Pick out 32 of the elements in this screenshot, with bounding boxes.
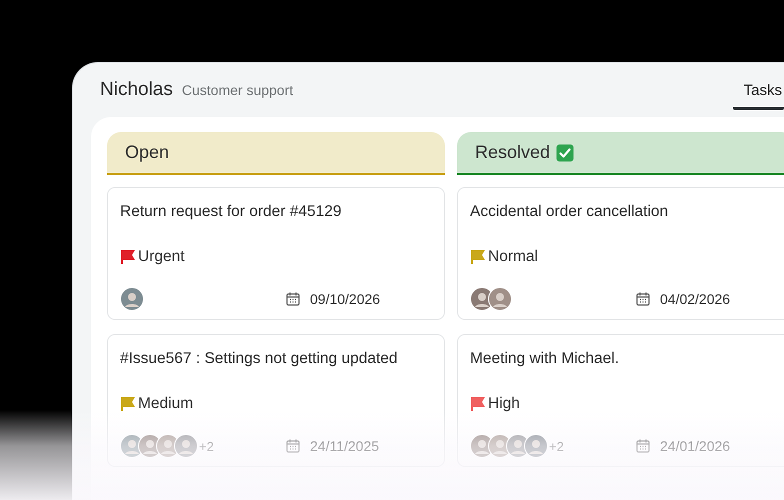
- user-role: Customer support: [182, 82, 294, 98]
- avatar-icon: [174, 434, 198, 458]
- due-date: 09/10/2026: [310, 291, 380, 307]
- task-title: Return request for order #45129: [120, 203, 342, 221]
- priority-label: Normal: [488, 248, 538, 266]
- extra-count: +2: [549, 438, 564, 454]
- priority-label: Medium: [138, 395, 194, 413]
- user-name: Nicholas: [100, 79, 173, 101]
- priority-label: Urgent: [138, 248, 185, 266]
- calendar-icon: [636, 439, 650, 453]
- task-title: Accidental order cancellation: [470, 203, 670, 221]
- due-date: 24/01/2026: [660, 438, 730, 454]
- due-date: 24/11/2025: [310, 438, 380, 454]
- priority-label: High: [488, 395, 520, 413]
- calendar-icon: [636, 292, 650, 306]
- extra-count: +2: [199, 438, 214, 454]
- column-title: Open: [125, 142, 170, 163]
- check-icon: [556, 144, 574, 162]
- task-card[interactable]: #Issue567 : Settings not getting updated Medium +2 24/11/2025: [107, 334, 445, 467]
- calendar-icon: [286, 439, 300, 453]
- task-card[interactable]: Meeting with Michael. High +2 24/01/2026: [457, 334, 784, 467]
- avatar-icon: [488, 287, 512, 311]
- avatar-icon: [524, 434, 548, 458]
- tab[interactable]: Tasks: [732, 82, 784, 110]
- task-card[interactable]: Accidental order cancellation Normal 04/02/2026: [457, 187, 784, 320]
- column-title: Resolved: [475, 142, 550, 163]
- task-title: Meeting with Michael.: [470, 350, 620, 368]
- task-title: #Issue567 : Settings not getting updated: [120, 350, 398, 368]
- avatar-icon: [120, 287, 144, 311]
- task-card[interactable]: Return request for order #45129 Urgent 09/10/2026: [107, 187, 445, 320]
- calendar-icon: [286, 292, 300, 306]
- due-date: 04/02/2026: [660, 291, 730, 307]
